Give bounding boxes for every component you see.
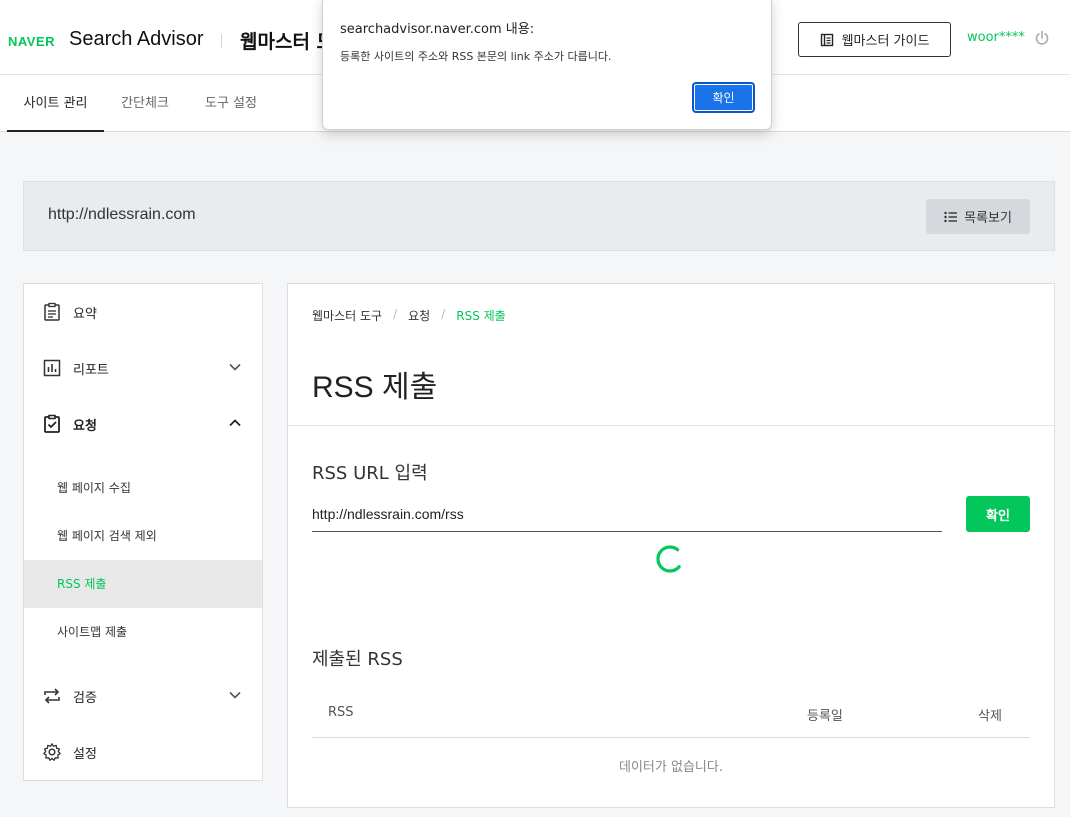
logout-power-icon[interactable] [1034, 30, 1050, 46]
chart-icon [41, 357, 63, 379]
sidebar-item-label: 요약 [73, 306, 97, 322]
breadcrumb: 웹마스터 도구 / 요청 / RSS 제출 [312, 307, 506, 324]
breadcrumb-current: RSS 제출 [456, 309, 506, 323]
alert-dialog: searchadvisor.naver.com 내용: 등록한 사이트의 주소와… [322, 0, 772, 130]
sidebar-item-summary[interactable]: 요약 [24, 284, 262, 340]
chevron-up-icon [229, 419, 241, 427]
tab-quick-check[interactable]: 간단체크 [104, 75, 186, 132]
sidebar-item-label: 요청 [73, 418, 97, 434]
rss-table-header: RSS 등록일 삭제 [312, 688, 1030, 738]
site-url: http://ndlessrain.com [48, 206, 196, 223]
column-header-rss: RSS [328, 705, 354, 720]
loading-spinner-icon [656, 545, 684, 573]
empty-table-message: 데이터가 없습니다. [619, 760, 723, 775]
list-icon [944, 211, 958, 222]
repeat-icon [41, 685, 63, 707]
list-view-button[interactable]: 목록보기 [926, 199, 1030, 234]
sidebar-item-verify[interactable]: 검증 [24, 668, 262, 724]
rss-url-input[interactable] [312, 496, 942, 532]
dialog-title: searchadvisor.naver.com 내용: [340, 22, 535, 37]
site-bar: http://ndlessrain.com 목록보기 [23, 181, 1055, 251]
guide-button-label: 웹마스터 가이드 [841, 34, 930, 49]
tab-site-management[interactable]: 사이트 관리 [7, 75, 104, 132]
column-header-date: 등록일 [807, 709, 843, 724]
naver-logo[interactable]: NAVER [8, 34, 55, 49]
logo-divider [221, 34, 222, 48]
list-view-label: 목록보기 [964, 211, 1012, 226]
sidebar-item-label: 설정 [73, 746, 97, 762]
column-header-delete: 삭제 [978, 709, 1002, 724]
sidebar: 요약 리포트 요청 웹 페이지 수집 웹 페이지 검색 제외 RSS 제출 사이… [23, 283, 263, 781]
breadcrumb-separator: / [393, 307, 398, 321]
sidebar-item-request[interactable]: 요청 [24, 396, 262, 452]
submitted-rss-heading: 제출된 RSS [312, 649, 403, 670]
webmaster-guide-button[interactable]: 웹마스터 가이드 [798, 22, 951, 57]
chevron-down-icon [229, 691, 241, 699]
clipboard-check-icon [41, 413, 63, 435]
sidebar-item-label: 검증 [73, 690, 97, 706]
title-divider [288, 425, 1054, 426]
sidebar-subitem-page-collect[interactable]: 웹 페이지 수집 [24, 464, 262, 512]
sidebar-subitem-page-exclude[interactable]: 웹 페이지 검색 제외 [24, 512, 262, 560]
breadcrumb-separator: / [441, 307, 446, 321]
main-panel: 웹마스터 도구 / 요청 / RSS 제출 RSS 제출 RSS URL 입력 … [287, 283, 1055, 808]
breadcrumb-item[interactable]: 요청 [408, 307, 430, 324]
dialog-ok-button[interactable]: 확인 [692, 82, 755, 113]
sidebar-subitem-sitemap-submit[interactable]: 사이트맵 제출 [24, 608, 262, 656]
sidebar-subitem-rss-submit[interactable]: RSS 제출 [24, 560, 262, 608]
sidebar-item-settings[interactable]: 설정 [24, 724, 262, 780]
page-title: RSS 제출 [312, 371, 438, 404]
brand-name[interactable]: Search Advisor [69, 28, 204, 51]
dialog-message: 등록한 사이트의 주소와 RSS 본문의 link 주소가 다릅니다. [340, 50, 612, 63]
sidebar-item-label: 리포트 [73, 362, 109, 378]
gear-icon [41, 741, 63, 763]
chevron-down-icon [229, 363, 241, 371]
sidebar-item-report[interactable]: 리포트 [24, 340, 262, 396]
tab-tool-settings[interactable]: 도구 설정 [192, 75, 270, 132]
rss-input-heading: RSS URL 입력 [312, 463, 428, 484]
clipboard-icon [41, 301, 63, 323]
book-icon [820, 33, 833, 46]
breadcrumb-item[interactable]: 웹마스터 도구 [312, 307, 382, 324]
rss-confirm-button[interactable]: 확인 [966, 496, 1030, 532]
user-id[interactable]: woor**** [967, 30, 1025, 45]
